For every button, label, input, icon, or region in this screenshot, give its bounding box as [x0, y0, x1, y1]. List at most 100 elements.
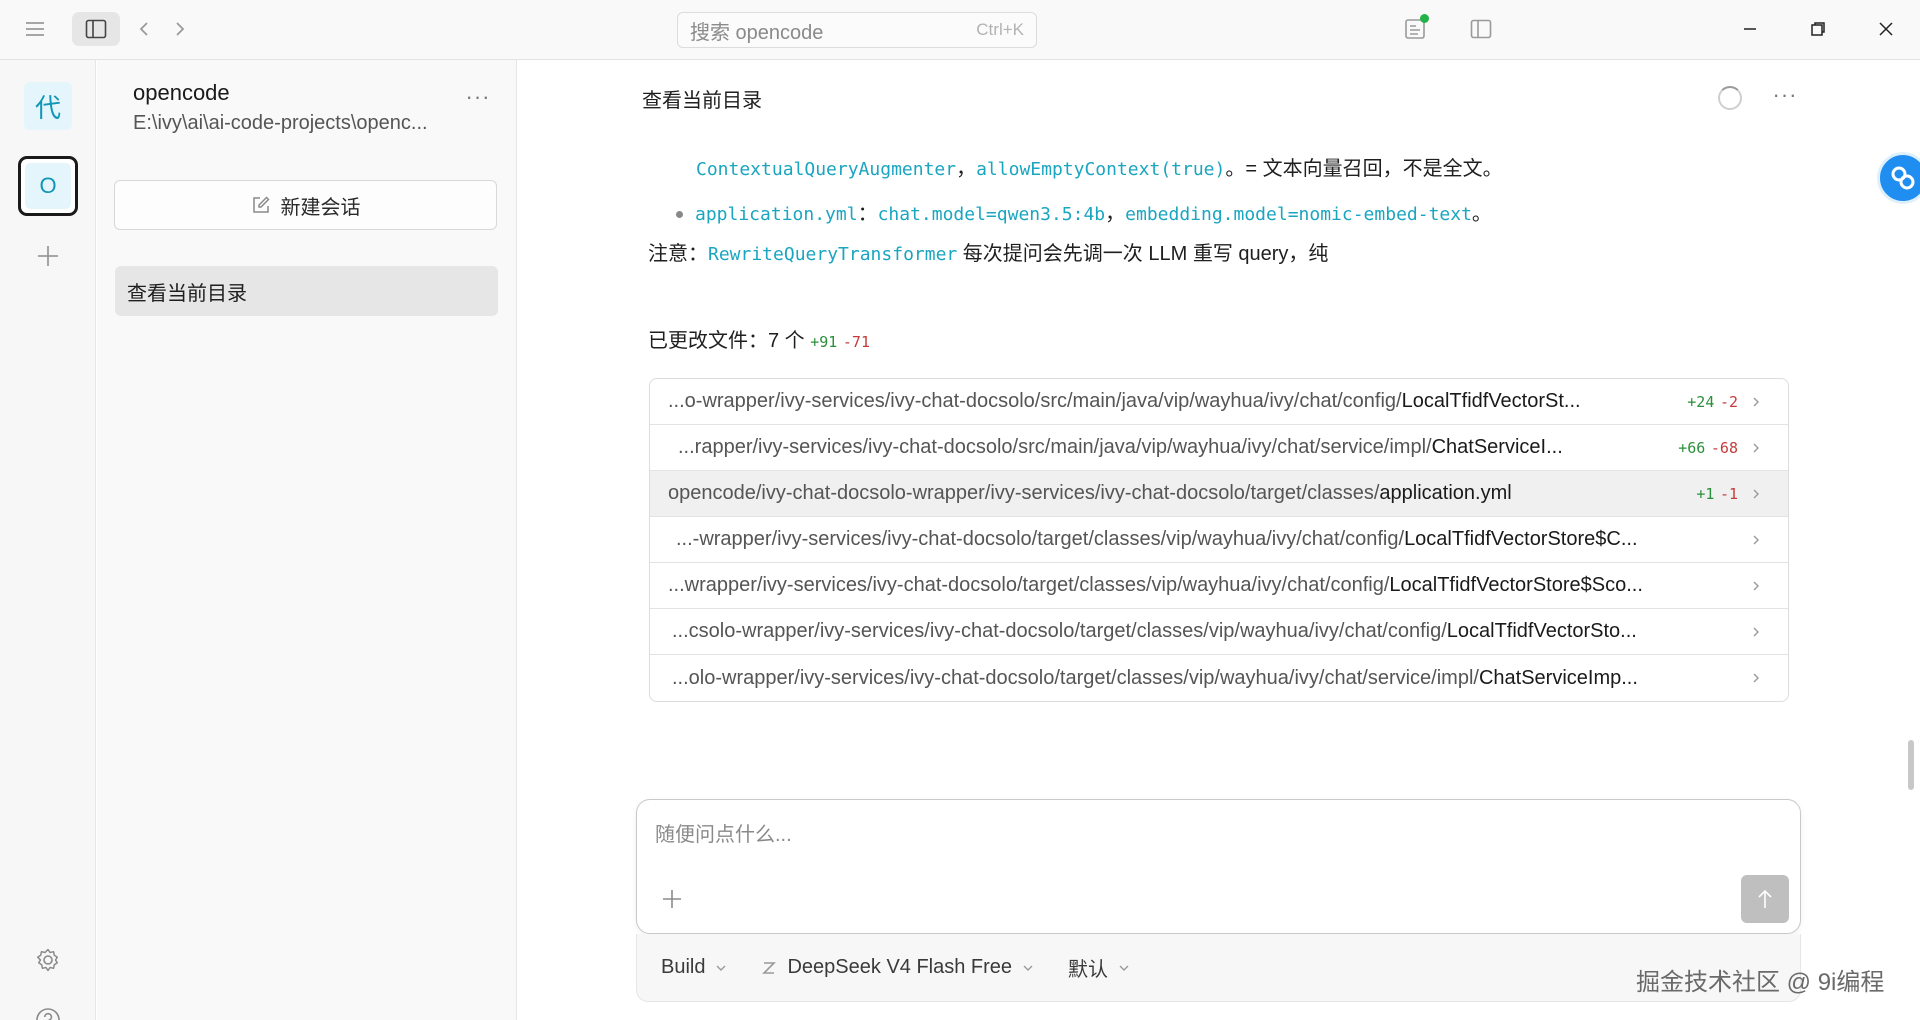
file-path: ...wrapper/ivy-services/ivy-chat-docsolo… [668, 574, 1658, 597]
message-bullet: application.yml：chat.model=qwen3.5:4b，em… [676, 197, 1492, 226]
search-shortcut: Ctrl+K [976, 20, 1024, 39]
minimize-icon[interactable] [1730, 12, 1770, 46]
status-dot [1420, 14, 1429, 23]
close-icon[interactable] [1866, 12, 1906, 46]
session-item-label: 查看当前目录 [127, 282, 247, 305]
variant-label: 默认 [1068, 959, 1109, 981]
project-name: opencode [133, 80, 230, 105]
file-removed: -2 [1719, 393, 1738, 411]
file-dir: ...csolo-wrapper/ivy-services/ivy-chat-d… [672, 620, 1447, 642]
message-text: 。= 文本向量召回，不是全文。 [1225, 158, 1503, 180]
prompt-composer[interactable]: 随便问点什么... [636, 799, 1801, 934]
attach-plus-icon[interactable] [657, 884, 687, 914]
file-path: ...-wrapper/ivy-services/ivy-chat-docsol… [668, 528, 1658, 551]
toggle-panel-button[interactable] [1464, 12, 1498, 46]
edit-icon [251, 195, 271, 215]
search-bar[interactable]: 搜索 opencode Ctrl+K [677, 12, 1037, 48]
file-name: LocalTfidfVectorSto... [1446, 620, 1637, 642]
file-row[interactable]: opencode/ivy-chat-docsolo-wrapper/ivy-se… [650, 471, 1788, 517]
file-dir: ...o-wrapper/ivy-services/ivy-chat-docso… [668, 390, 1402, 412]
search-placeholder: 搜索 opencode [690, 21, 824, 44]
inline-code: application.yml [695, 204, 858, 225]
inline-code: chat.model=qwen3.5:4b [877, 204, 1106, 225]
session-item[interactable]: 查看当前目录 [115, 266, 498, 316]
model-provider-icon [761, 960, 777, 976]
restore-icon[interactable] [1798, 12, 1838, 46]
file-dir: ...wrapper/ivy-services/ivy-chat-docsolo… [668, 574, 1390, 596]
file-dir: ...-wrapper/ivy-services/ivy-chat-docsol… [676, 528, 1405, 550]
message-line: ContextualQueryAugmenter，allowEmptyConte… [696, 152, 1503, 181]
message-text: ： [857, 203, 878, 225]
file-stats: +66 -68 [1658, 436, 1738, 459]
main-content: 查看当前目录 ··· ContextualQueryAugmenter，allo… [518, 60, 1920, 1020]
session-title: 查看当前目录 [642, 90, 762, 112]
message-text: 每次提问会先调一次 LLM 重写 query，纯 [957, 243, 1329, 265]
forward-arrow-icon[interactable] [166, 12, 194, 46]
changed-files-summary: 已更改文件：7 个 +91 -71 [648, 324, 870, 353]
file-row[interactable]: ...o-wrapper/ivy-services/ivy-chat-docso… [650, 379, 1788, 425]
chevron-right-icon [1738, 580, 1774, 592]
settings-gear-icon[interactable] [30, 942, 66, 978]
file-removed: -68 [1710, 439, 1738, 457]
file-path: ...o-wrapper/ivy-services/ivy-chat-docso… [668, 390, 1658, 413]
chevron-right-icon [1738, 488, 1774, 500]
chevron-down-icon [1022, 964, 1034, 972]
project-path: E:\ivy\ai\ai-code-projects\openc... [133, 112, 428, 134]
chevron-right-icon [1738, 672, 1774, 684]
file-added: +66 [1678, 439, 1706, 457]
variant-selector[interactable]: 默认 [1068, 953, 1130, 982]
toggle-sidebar-button[interactable] [72, 12, 120, 46]
project-rail: 代 O [0, 60, 96, 1020]
scrollbar-thumb[interactable] [1908, 740, 1914, 790]
file-name: LocalTfidfVectorStore$C... [1404, 528, 1638, 550]
chevron-right-icon [1738, 396, 1774, 408]
file-path: ...olo-wrapper/ivy-services/ivy-chat-doc… [668, 667, 1658, 690]
add-project-icon[interactable] [30, 238, 66, 274]
agent-label: Build [661, 956, 706, 978]
file-name: LocalTfidfVectorSt... [1401, 390, 1581, 412]
model-selector[interactable]: DeepSeek V4 Flash Free [761, 956, 1034, 979]
file-name: ChatServiceI... [1431, 436, 1563, 458]
loading-spinner-icon [1718, 86, 1742, 110]
new-session-button[interactable]: 新建会话 [114, 180, 497, 230]
floating-assistant-icon[interactable] [1877, 152, 1920, 204]
inline-code: ContextualQueryAugmenter [696, 159, 957, 180]
file-name: LocalTfidfVectorStore$Sco... [1389, 574, 1643, 596]
menu-icon[interactable] [18, 12, 52, 46]
agent-selector[interactable]: Build [661, 956, 727, 979]
file-added: +1 [1696, 485, 1715, 503]
message-text: ， [1105, 203, 1126, 225]
file-stats: +24 -2 [1658, 390, 1738, 413]
project-more-button[interactable]: ··· [461, 82, 495, 112]
review-changes-button[interactable] [1398, 12, 1432, 46]
session-more-button[interactable]: ··· [1768, 80, 1802, 110]
inline-code: embedding.model=nomic-embed-text [1125, 204, 1472, 225]
workspace-avatar[interactable]: 代 [24, 82, 72, 130]
file-removed: -1 [1719, 485, 1738, 503]
file-stats: +1 -1 [1658, 482, 1738, 505]
project-button[interactable]: O [18, 156, 78, 216]
prompt-input[interactable]: 随便问点什么... [655, 818, 792, 847]
file-row[interactable]: ...-wrapper/ivy-services/ivy-chat-docsol… [650, 517, 1788, 563]
removed-count: -71 [842, 333, 870, 351]
file-row[interactable]: ...rapper/ivy-services/ivy-chat-docsolo/… [650, 425, 1788, 471]
file-row[interactable]: ...csolo-wrapper/ivy-services/ivy-chat-d… [650, 609, 1788, 655]
message-text: ， [956, 158, 977, 180]
watermark-text: 掘金技术社区 @ 9i编程 [1636, 969, 1885, 996]
file-path: opencode/ivy-chat-docsolo-wrapper/ivy-se… [668, 482, 1658, 505]
back-arrow-icon[interactable] [130, 12, 158, 46]
file-name: ChatServiceImp... [1478, 666, 1638, 689]
chevron-right-icon [1738, 442, 1774, 454]
chevron-right-icon [1738, 534, 1774, 546]
file-row[interactable]: ...wrapper/ivy-services/ivy-chat-docsolo… [650, 563, 1788, 609]
added-count: +91 [810, 333, 838, 351]
message-text: 。 [1471, 203, 1492, 225]
title-bar: 搜索 opencode Ctrl+K [0, 0, 1920, 60]
file-row[interactable]: ...olo-wrapper/ivy-services/ivy-chat-doc… [650, 655, 1788, 701]
send-button[interactable] [1741, 875, 1789, 923]
file-dir: ...rapper/ivy-services/ivy-chat-docsolo/… [678, 436, 1432, 458]
changed-files-list: ...o-wrapper/ivy-services/ivy-chat-docso… [649, 378, 1789, 702]
help-icon[interactable] [30, 1002, 66, 1020]
changed-files-label: 已更改文件：7 个 [648, 330, 805, 352]
chevron-right-icon [1738, 626, 1774, 638]
